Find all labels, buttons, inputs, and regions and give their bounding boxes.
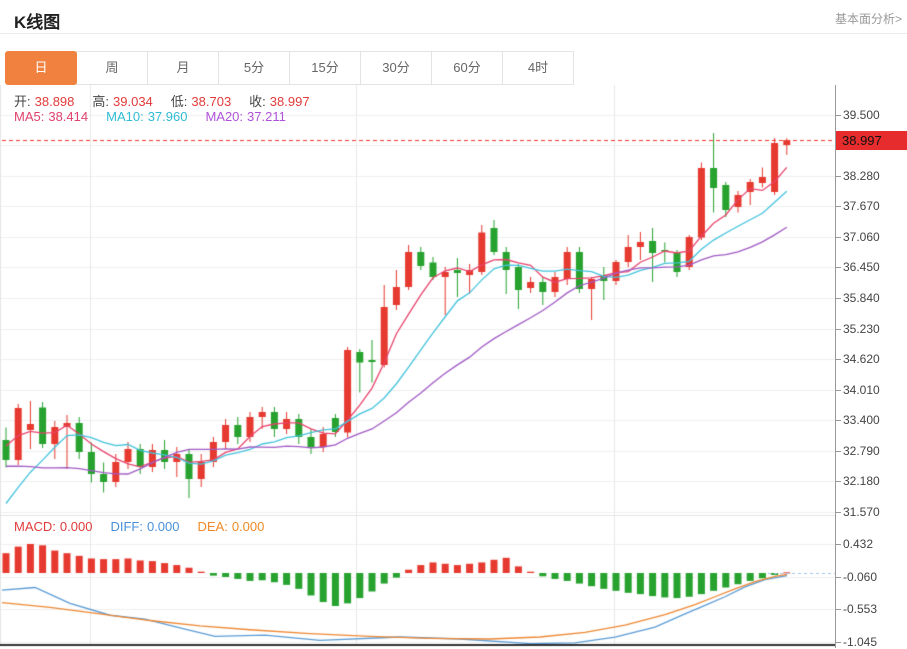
overlay-label: DEA: [197,519,227,534]
overlay-value: 0.000 [147,519,180,534]
overlay-label: MACD: [14,519,56,534]
ohlc-overlay-row: 开: 38.898 高: 39.034 低:38.703 收: 38.997 [14,91,328,110]
price-tick-label-dash [836,359,841,360]
macd-row-item-2: DEA: 0.000 [197,519,268,534]
overlay-label: 收: [249,94,266,109]
price-tick-label: 33.400 [843,413,880,427]
overlay-label: MA20: [205,109,243,124]
price-tick-label: 32.180 [843,474,880,488]
overlay-value: 0.000 [60,519,93,534]
price-tick-label-dash [836,237,841,238]
ma-row-item-0: MA5: 38.414 [14,109,92,124]
overlay-label: 高: [92,94,109,109]
price-tick-label: 34.620 [843,352,880,366]
price-tick-label-dash [836,481,841,482]
macd-tick-label-dash [836,609,841,610]
header: K线图 基本面分析> [0,0,907,34]
overlay-value: 38.997 [270,94,310,109]
price-tick-label-dash [836,329,841,330]
kline-canvas[interactable] [0,85,835,648]
macd-row-item-1: DIFF: 0.000 [110,519,183,534]
price-tick-label: 39.500 [843,108,880,122]
price-axis: 39.50038.89038.28037.67037.06036.45035.8… [835,85,907,648]
overlay-value: 0.000 [232,519,265,534]
macd-tick-label-dash [836,642,841,643]
overlay-value: 38.703 [191,94,231,109]
overlay-label: MA5: [14,109,44,124]
price-tick-label-dash [836,267,841,268]
overlay-value: 37.211 [247,109,286,124]
tab-60分[interactable]: 60分 [431,51,503,85]
price-tick-label: 37.060 [843,230,880,244]
price-tick-label: 35.840 [843,291,880,305]
last-price-tag: 38.997 [836,131,907,150]
ma-row-item-1: MA10: 37.960 [106,109,191,124]
price-tick-label-dash [836,176,841,177]
overlay-label: 低: [171,94,188,109]
price-tick-label: 38.280 [843,169,880,183]
tab-4时[interactable]: 4时 [502,51,574,85]
ma-overlay-row: MA5: 38.414 MA10: 37.960 MA20: 37.211 [14,109,304,124]
price-tick-label-dash [836,451,841,452]
fundamental-analysis-link[interactable]: 基本面分析> [835,10,902,27]
ohlc-row-item-3: 收: 38.997 [249,91,313,110]
macd-tick-label: -0.553 [843,602,877,616]
tab-5分[interactable]: 5分 [218,51,290,85]
tab-日[interactable]: 日 [5,51,77,85]
tab-周[interactable]: 周 [76,51,148,85]
macd-tick-label-dash [836,544,841,545]
price-tick-label: 34.010 [843,383,880,397]
macd-tick-label: 0.432 [843,537,873,551]
tab-15分[interactable]: 15分 [289,51,361,85]
interval-tab-bar: 日周月5分15分30分60分4时 [5,51,574,85]
macd-tick-label-dash [836,577,841,578]
overlay-value: 39.034 [113,94,153,109]
price-tick-label: 37.670 [843,199,880,213]
overlay-value: 38.414 [48,109,88,124]
tab-月[interactable]: 月 [147,51,219,85]
page-title: K线图 [14,8,60,33]
overlay-value: 37.960 [148,109,188,124]
kline-chart [0,85,835,648]
ohlc-row-item-2: 低:38.703 [171,91,235,110]
overlay-label: 开: [14,94,31,109]
price-tick-label-dash [836,298,841,299]
ohlc-row-item-1: 高: 39.034 [92,91,156,110]
price-tick-label-dash [836,420,841,421]
overlay-label: DIFF: [110,519,143,534]
ma-row-item-2: MA20: 37.211 [205,109,289,124]
price-tick-label: 35.230 [843,322,880,336]
overlay-value: 38.898 [35,94,75,109]
kline-page: K线图 基本面分析> 日周月5分15分30分60分4时 开: 38.898 高: 39… [0,0,907,649]
macd-overlay-row: MACD: 0.000 DIFF: 0.000 DEA: 0.000 [14,519,282,534]
price-tick-label: 36.450 [843,260,880,274]
tab-30分[interactable]: 30分 [360,51,432,85]
macd-tick-label: -0.060 [843,570,877,584]
price-tick-label-dash [836,390,841,391]
overlay-label: MA10: [106,109,144,124]
price-tick-label-dash [836,115,841,116]
price-tick-label-dash [836,206,841,207]
macd-row-item-0: MACD: 0.000 [14,519,96,534]
price-tick-label-dash [836,512,841,513]
price-tick-label: 32.790 [843,444,880,458]
ohlc-row-item-0: 开: 38.898 [14,91,78,110]
macd-tick-label: -1.045 [843,635,877,649]
price-tick-label: 31.570 [843,505,880,519]
